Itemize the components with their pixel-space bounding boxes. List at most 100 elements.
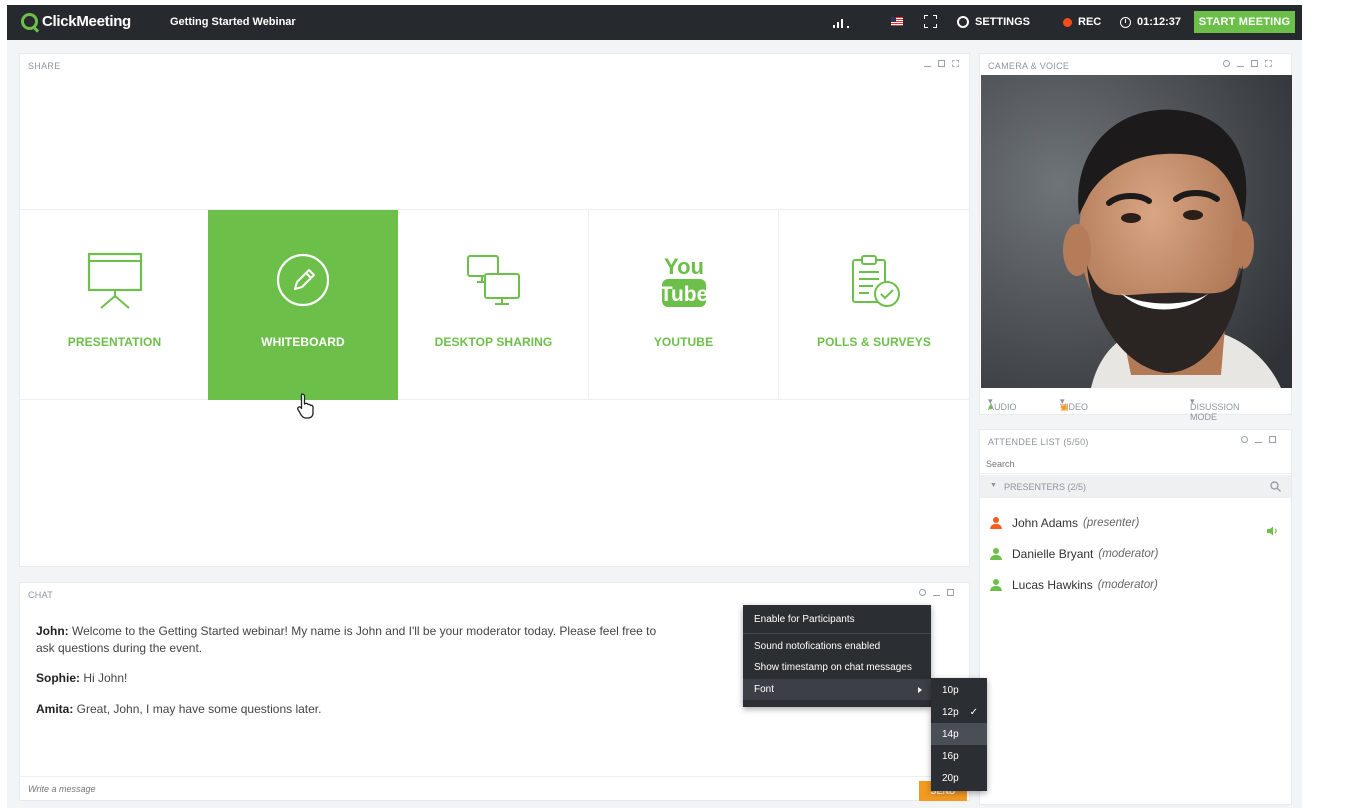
- signal-strength-icon[interactable]: [833, 17, 851, 28]
- attendee-panel-title: ATTENDEE LIST (5/50): [988, 437, 1089, 447]
- gear-icon[interactable]: [919, 589, 926, 596]
- message-text: Welcome to the Getting Started webinar! …: [36, 624, 657, 655]
- tile-polls-surveys[interactable]: POLLS & SURVEYS: [779, 210, 969, 400]
- minimize-icon[interactable]: [1237, 61, 1244, 67]
- tile-presentation[interactable]: PRESENTATION: [20, 210, 210, 400]
- video-toggle[interactable]: VIDEO ▣ ▾: [1060, 396, 1088, 412]
- minimize-icon[interactable]: [924, 61, 931, 67]
- pencil-icon: [276, 253, 330, 307]
- discussion-mode-dropdown[interactable]: DISUSSION MODE ▾: [1190, 396, 1240, 422]
- presenter-video-image: [981, 75, 1292, 388]
- record-dot-icon: [1063, 17, 1072, 27]
- microphone-icon: ●: [988, 402, 994, 412]
- camera-video-feed: [981, 75, 1292, 388]
- chat-message-input[interactable]: [28, 783, 628, 795]
- chat-message: Amita: Great, John, I may have some ques…: [36, 701, 676, 718]
- attendee-role: (presenter): [1083, 517, 1140, 529]
- settings-label: SETTINGS: [975, 16, 1031, 28]
- maximize-icon[interactable]: [938, 60, 945, 67]
- moderator-user-icon: [990, 548, 1002, 560]
- tile-desktop-sharing[interactable]: DESKTOP SHARING: [399, 210, 589, 400]
- audio-toggle[interactable]: AUDIO ● ▾: [988, 396, 1017, 412]
- menu-item-sound-notifications[interactable]: Sound notofications enabled: [743, 636, 931, 657]
- app-window: ClickMeeting Getting Started Webinar SET…: [7, 5, 1302, 808]
- chat-message: John: Welcome to the Getting Started web…: [36, 623, 676, 657]
- maximize-icon[interactable]: [1269, 436, 1276, 443]
- checkmark-icon: ✓: [969, 706, 978, 718]
- submenu-arrow-icon: [918, 686, 922, 693]
- presentation-icon: [87, 252, 142, 309]
- tile-whiteboard[interactable]: WHITEBOARD: [208, 210, 398, 400]
- camera-off-icon: ▣: [1060, 402, 1069, 412]
- attendee-row[interactable]: Danielle Bryant (moderator): [990, 546, 1158, 562]
- speaking-icon: [1267, 526, 1277, 536]
- expand-icon[interactable]: [952, 60, 959, 67]
- tile-label: YOUTUBE: [653, 335, 714, 349]
- font-size-submenu: 10p 12p ✓ 14p 16p 20p: [931, 678, 987, 791]
- gear-icon[interactable]: [1241, 436, 1248, 443]
- share-window-controls: [924, 60, 959, 67]
- settings-button[interactable]: SETTINGS: [957, 16, 1030, 28]
- attendee-role: (moderator): [1098, 548, 1159, 560]
- font-option-14p[interactable]: 14p: [931, 723, 987, 745]
- camera-window-controls: [1223, 60, 1272, 67]
- message-author: Amita:: [36, 702, 74, 716]
- attendee-window-controls: [1241, 436, 1276, 443]
- font-option-12p[interactable]: 12p ✓: [931, 701, 987, 723]
- message-text: Great, John, I may have some questions l…: [73, 702, 322, 716]
- attendee-name: Lucas Hawkins: [1012, 578, 1093, 592]
- menu-item-show-timestamp[interactable]: Show timestamp on chat messages: [743, 657, 931, 678]
- expand-icon[interactable]: [1265, 60, 1272, 67]
- attendee-name: John Adams: [1012, 516, 1079, 530]
- tile-label: PRESENTATION: [67, 335, 162, 349]
- chat-window-controls: [919, 589, 954, 596]
- attendee-row[interactable]: John Adams (presenter): [990, 515, 1139, 531]
- gear-icon[interactable]: [1223, 60, 1230, 67]
- attendee-row[interactable]: Lucas Hawkins (moderator): [990, 577, 1158, 593]
- moderator-user-icon: [990, 579, 1002, 591]
- attendee-role: (moderator): [1097, 579, 1158, 591]
- svg-text:You: You: [664, 254, 704, 279]
- menu-item-font[interactable]: Font: [743, 679, 931, 700]
- record-button[interactable]: REC: [1063, 16, 1101, 28]
- chat-input-row: [20, 776, 968, 800]
- chat-message: Sophie: Hi John!: [36, 670, 676, 687]
- message-author: Sophie:: [36, 671, 80, 685]
- tile-label: DESKTOP SHARING: [434, 335, 553, 349]
- logo: ClickMeeting: [21, 13, 131, 30]
- meeting-title: Getting Started Webinar: [170, 16, 296, 28]
- font-option-16p[interactable]: 16p: [931, 745, 987, 767]
- menu-item-enable-participants[interactable]: Enable for Participants: [743, 609, 931, 630]
- language-flag-icon[interactable]: [891, 17, 903, 26]
- camera-voice-panel: CAMERA & VOICE AUDIO ● ▾ VIDEO ▣ ▾ DISUS…: [979, 53, 1292, 422]
- font-option-10p[interactable]: 10p: [931, 679, 987, 701]
- search-icon[interactable]: [1270, 481, 1281, 492]
- meeting-timer: 01:12:37: [1120, 16, 1181, 28]
- presenters-group-header[interactable]: ▼ PRESENTERS (2/5): [980, 475, 1291, 498]
- timer-value: 01:12:37: [1137, 16, 1182, 28]
- share-options: PRESENTATION WHITEBOARD DESKTOP SHARING …: [20, 209, 970, 400]
- font-option-20p[interactable]: 20p: [931, 767, 987, 789]
- caret-down-icon: ▼: [990, 482, 997, 489]
- attendee-search-input[interactable]: [986, 458, 1276, 470]
- hand-cursor-icon: [297, 393, 314, 419]
- monitors-icon: [466, 255, 520, 305]
- start-meeting-button[interactable]: START MEETING: [1194, 11, 1295, 33]
- maximize-icon[interactable]: [1251, 60, 1258, 67]
- attendee-list-panel: ATTENDEE LIST (5/50) ▼ PRESENTERS (2/5) …: [979, 429, 1292, 805]
- message-author: John:: [36, 624, 69, 638]
- fullscreen-icon[interactable]: [924, 15, 937, 28]
- svg-text:Tube: Tube: [660, 283, 708, 306]
- camera-panel-title: CAMERA & VOICE: [988, 61, 1070, 71]
- clipboard-check-icon: [852, 255, 900, 307]
- tile-label: WHITEBOARD: [261, 335, 345, 349]
- minimize-icon[interactable]: [933, 590, 940, 596]
- share-panel: SHARE PRESENTATION WHITEBOARD DESKTOP SH…: [19, 53, 970, 567]
- tile-youtube[interactable]: You Tube YOUTUBE: [589, 210, 779, 400]
- brand-name: ClickMeeting: [42, 13, 131, 30]
- minimize-icon[interactable]: [1255, 437, 1262, 443]
- maximize-icon[interactable]: [947, 589, 954, 596]
- share-panel-title: SHARE: [28, 61, 61, 71]
- clock-icon: [1120, 16, 1131, 28]
- rec-label: REC: [1078, 16, 1102, 28]
